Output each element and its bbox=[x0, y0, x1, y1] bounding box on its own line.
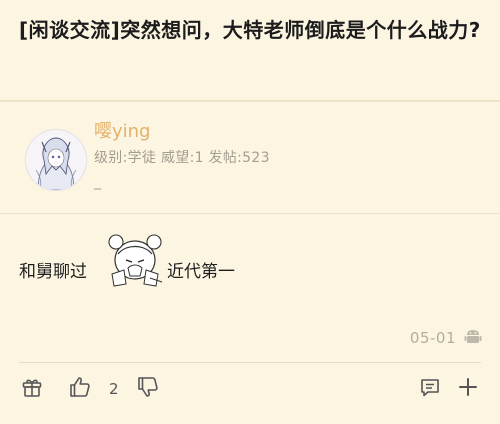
content-text-after: 近代第一 bbox=[167, 262, 235, 282]
anime-girl-sticker bbox=[104, 230, 166, 290]
dislike-button[interactable] bbox=[135, 376, 161, 402]
thumbs-up-icon bbox=[68, 375, 92, 403]
gift-icon bbox=[21, 376, 43, 402]
add-button[interactable] bbox=[455, 376, 481, 402]
actions-divider bbox=[19, 362, 481, 363]
username[interactable]: 嘤ying bbox=[94, 120, 151, 144]
android-icon bbox=[464, 327, 482, 349]
gift-button[interactable] bbox=[19, 376, 45, 402]
author-card: 嘤ying 级别:学徒 威望:1 发帖:523 _ bbox=[0, 102, 500, 214]
post-meta: 05-01 bbox=[410, 328, 482, 348]
user-signature: _ bbox=[94, 174, 101, 190]
comment-button[interactable] bbox=[417, 376, 443, 402]
comment-icon bbox=[419, 376, 441, 402]
action-bar: 2 bbox=[0, 374, 500, 406]
post-date: 05-01 bbox=[409, 329, 456, 347]
like-count: 2 bbox=[109, 380, 119, 398]
thumbs-down-icon bbox=[136, 375, 160, 403]
user-stats: 级别:学徒 威望:1 发帖:523 bbox=[94, 150, 270, 166]
plus-icon bbox=[457, 376, 479, 402]
content-text-before: 和舅聊过 bbox=[19, 262, 87, 282]
like-button[interactable] bbox=[67, 376, 93, 402]
author-divider bbox=[0, 213, 500, 214]
avatar[interactable] bbox=[25, 129, 87, 191]
post-title: [闲谈交流]突然想问，大特老师倒底是个什么战力? bbox=[19, 18, 481, 42]
